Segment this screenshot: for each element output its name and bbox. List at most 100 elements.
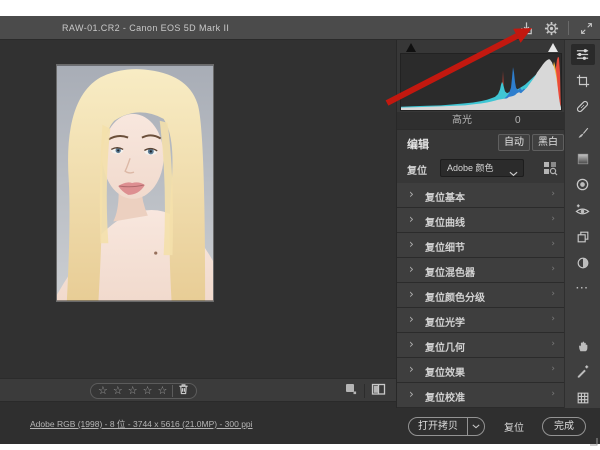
tool-column: ···	[564, 40, 600, 408]
open-copy-button[interactable]: 打开拷贝	[408, 416, 485, 436]
window-title: RAW-01.CR2 - Canon EOS 5D Mark II	[62, 23, 230, 33]
section-row-geometry[interactable]: › 复位几何 ›	[397, 333, 565, 357]
shadow-clipping-icon[interactable]	[406, 43, 416, 52]
chevron-right-icon: ›	[409, 337, 414, 351]
snapshots-icon[interactable]	[571, 226, 595, 247]
chevron-right-small-icon: ›	[551, 389, 555, 399]
section-label: 复位基本	[425, 193, 465, 204]
rating-divider	[172, 385, 174, 397]
workflow-options-link[interactable]: Adobe RGB (1998) - 8 位 - 3744 x 5616 (21…	[30, 418, 253, 430]
section-row-detail[interactable]: › 复位细节 ›	[397, 233, 565, 257]
settings-gear-icon[interactable]	[543, 20, 559, 36]
histogram[interactable]	[400, 53, 562, 111]
screenshot-page: RAW-01.CR2 - Canon EOS 5D Mark II ☆ ☆ ☆ …	[0, 0, 600, 450]
highlight-clipping-icon[interactable]	[548, 43, 558, 52]
star-icon[interactable]: ☆	[113, 384, 123, 398]
done-button[interactable]: 完成	[542, 416, 586, 436]
section-row-curve[interactable]: › 复位曲线 ›	[397, 208, 565, 232]
chevron-right-small-icon: ›	[551, 339, 555, 349]
chevron-right-icon: ›	[409, 312, 414, 326]
sampler-tool-icon[interactable]	[571, 361, 595, 382]
chevron-right-icon: ›	[409, 362, 414, 376]
star-icon[interactable]: ☆	[158, 384, 168, 398]
more-tools-icon[interactable]: ···	[571, 278, 595, 299]
histogram-readout-row: 高光 0	[397, 112, 565, 129]
section-label: 复位曲线	[425, 218, 465, 229]
beauty-mark	[154, 251, 158, 255]
section-label: 复位光学	[425, 318, 465, 329]
chevron-right-icon: ›	[409, 387, 414, 401]
edit-tool-icon[interactable]	[570, 44, 595, 65]
presets-icon[interactable]	[571, 252, 595, 273]
section-row-effects[interactable]: › 复位效果 ›	[397, 358, 565, 382]
section-label: 复位效果	[425, 368, 465, 379]
chevron-right-icon: ›	[409, 212, 414, 226]
edit-panel: 高光 0 编辑 自动 黑白 复位 Adobe 颜色 › 复位基本 › › 复位曲…	[396, 40, 565, 408]
chevron-right-icon: ›	[409, 187, 414, 201]
view-mode-toggles	[344, 383, 386, 399]
filmstrip-grid-icon[interactable]	[571, 387, 595, 408]
export-icon[interactable]	[518, 20, 534, 36]
chevron-right-small-icon: ›	[551, 314, 555, 324]
open-copy-label: 打开拷贝	[418, 420, 458, 432]
hand-tool-icon[interactable]	[571, 335, 595, 356]
chevron-right-small-icon: ›	[551, 289, 555, 299]
gradient-mask-icon[interactable]	[571, 148, 595, 169]
crop-tool-icon[interactable]	[571, 70, 595, 91]
before-after-view-icon[interactable]	[371, 382, 386, 401]
section-row-optics[interactable]: › 复位光学 ›	[397, 308, 565, 332]
edit-header-row: 编辑 自动 黑白	[397, 129, 565, 155]
chevron-right-small-icon: ›	[551, 364, 555, 374]
highlights-label: 高光	[452, 115, 472, 126]
chevron-right-icon: ›	[409, 262, 414, 276]
section-row-basic[interactable]: › 复位基本 ›	[397, 183, 565, 207]
section-row-color-grading[interactable]: › 复位颜色分级 ›	[397, 283, 565, 307]
star-icon[interactable]: ☆	[128, 384, 138, 398]
chevron-right-icon: ›	[409, 287, 414, 301]
section-label: 复位混色器	[425, 268, 475, 279]
star-icon[interactable]: ☆	[98, 384, 108, 398]
profile-label: 复位	[407, 166, 427, 177]
highlights-value: 0	[515, 115, 521, 126]
profile-dropdown[interactable]: Adobe 颜色	[440, 159, 524, 177]
edit-title: 编辑	[407, 139, 429, 151]
red-eye-tool-icon[interactable]	[571, 200, 595, 221]
section-row-calibration[interactable]: › 复位校准 ›	[397, 383, 565, 407]
titlebar-actions	[518, 16, 594, 40]
action-bar: 打开拷贝 复位 完成	[396, 408, 600, 446]
star-rating-widget: ☆ ☆ ☆ ☆ ☆	[90, 382, 198, 400]
open-options-chevron-icon[interactable]	[468, 424, 484, 429]
chevron-down-icon	[509, 166, 518, 182]
reset-button[interactable]: 复位	[504, 419, 524, 434]
panel-sections: › 复位基本 › › 复位曲线 › › 复位细节 › › 复位混色器 › › 复…	[397, 183, 565, 408]
brush-tool-icon[interactable]	[571, 122, 595, 143]
chevron-right-small-icon: ›	[551, 189, 555, 199]
chevron-right-icon: ›	[409, 237, 414, 251]
section-label: 复位细节	[425, 243, 465, 254]
chevron-right-small-icon: ›	[551, 239, 555, 249]
section-row-color-mixer[interactable]: › 复位混色器 ›	[397, 258, 565, 282]
heal-tool-icon[interactable]	[571, 96, 595, 117]
profile-dropdown-value: Adobe 颜色	[447, 163, 494, 173]
rating-bar: ☆ ☆ ☆ ☆ ☆	[0, 378, 396, 402]
workflow-bar: Adobe RGB (1998) - 8 位 - 3744 x 5616 (21…	[0, 402, 396, 444]
trash-icon[interactable]	[178, 382, 189, 400]
single-view-icon[interactable]	[344, 382, 358, 401]
section-label: 复位颜色分级	[425, 293, 485, 304]
profile-row: 复位 Adobe 颜色	[397, 155, 565, 182]
fullscreen-icon[interactable]	[578, 20, 594, 36]
profile-browser-icon[interactable]	[542, 160, 558, 176]
clipping-indicators	[397, 43, 565, 53]
radial-mask-icon[interactable]	[571, 174, 595, 195]
auto-button[interactable]: 自动	[498, 134, 530, 151]
toolbar-divider	[568, 21, 569, 35]
resize-grip-icon[interactable]	[589, 433, 598, 446]
title-bar: RAW-01.CR2 - Canon EOS 5D Mark II	[0, 16, 600, 40]
black-white-button[interactable]: 黑白	[532, 134, 564, 151]
image-canvas[interactable]	[0, 40, 396, 378]
star-icon[interactable]: ☆	[143, 384, 153, 398]
chevron-right-small-icon: ›	[551, 264, 555, 274]
section-label: 复位几何	[425, 343, 465, 354]
camera-raw-window: RAW-01.CR2 - Canon EOS 5D Mark II ☆ ☆ ☆ …	[0, 16, 600, 446]
photo-preview	[56, 64, 214, 302]
